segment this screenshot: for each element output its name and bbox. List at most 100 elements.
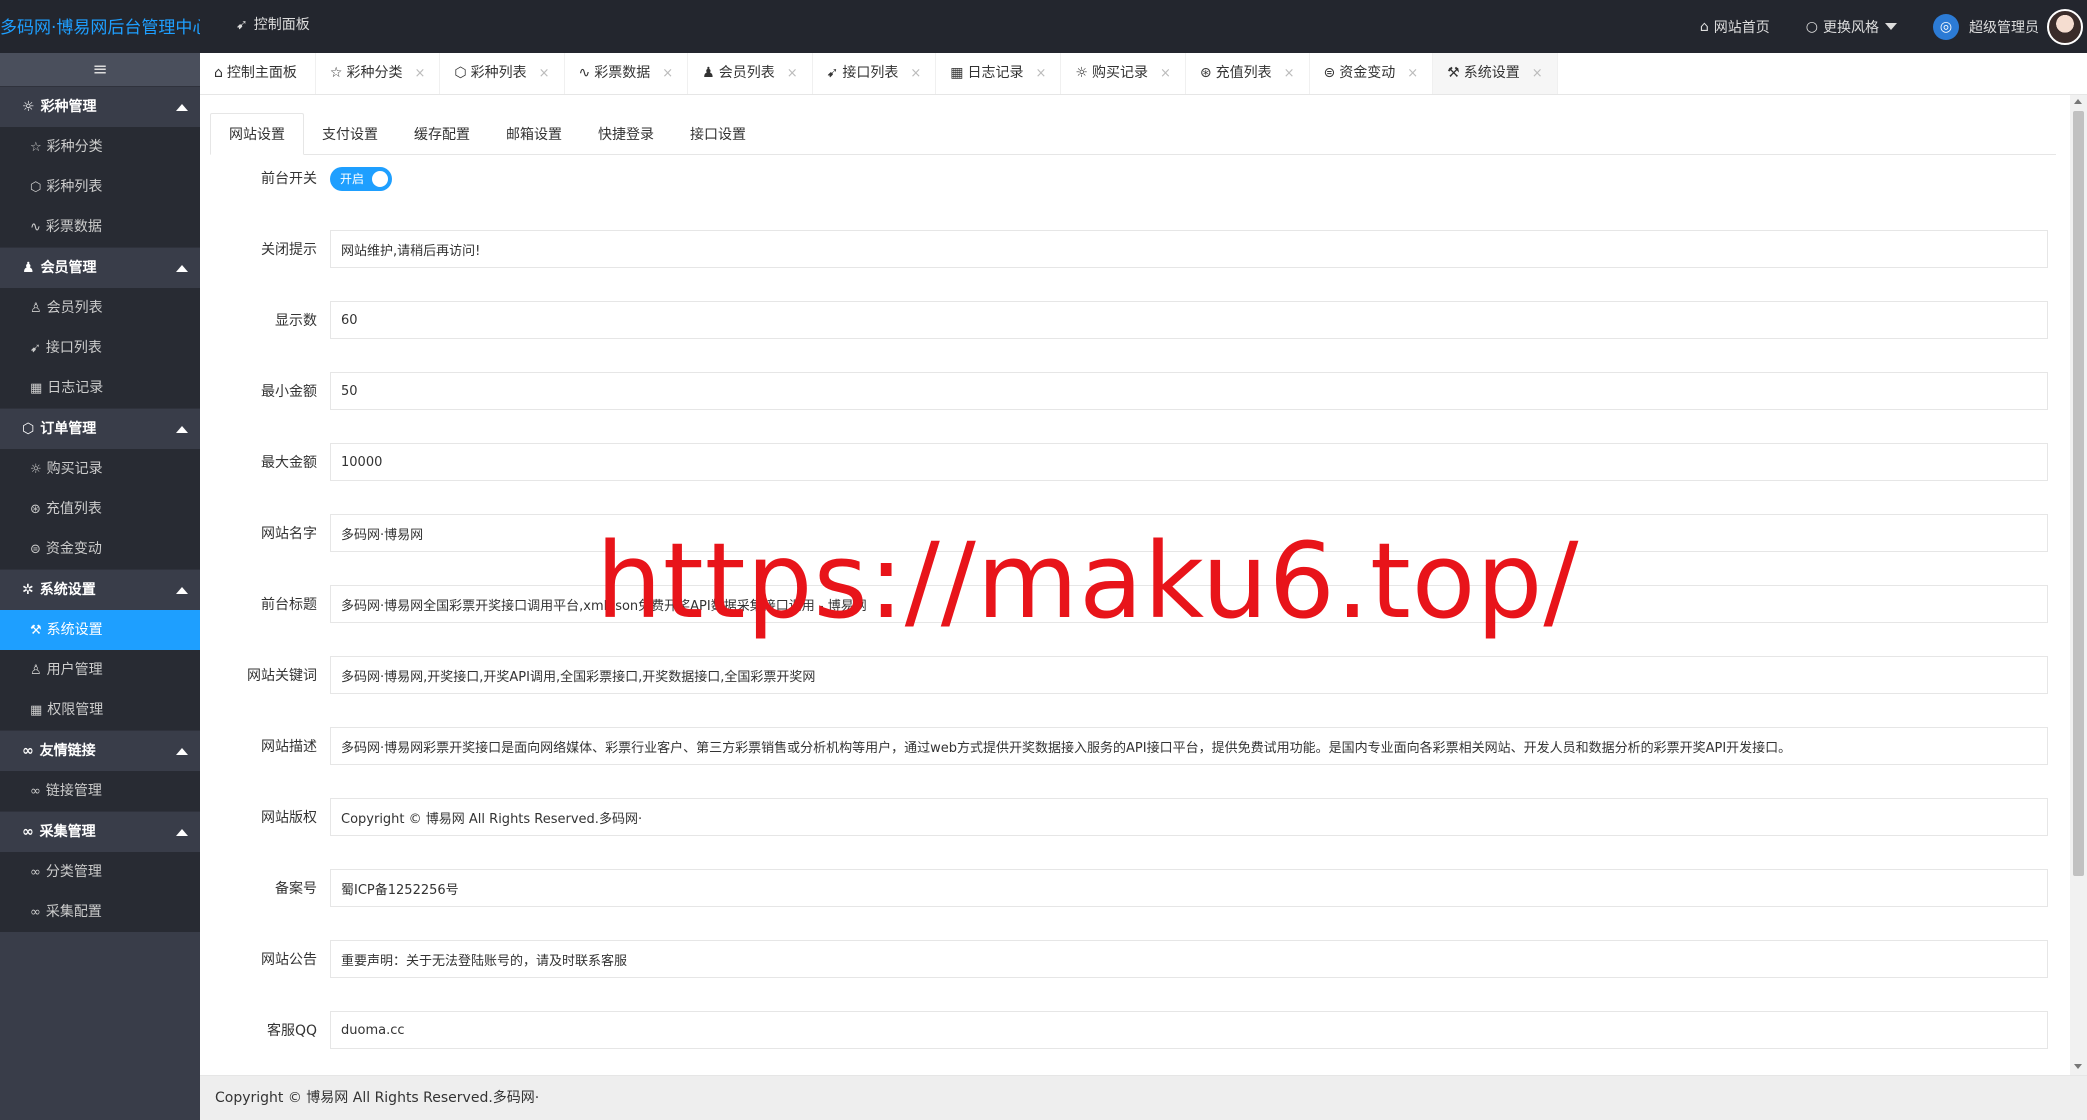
scroll-down-icon[interactable] bbox=[2074, 1064, 2082, 1069]
tab-label: 彩票数据 bbox=[594, 65, 651, 81]
close-icon[interactable]: × bbox=[414, 66, 425, 81]
tab-lottery-category[interactable]: ☆ 彩种分类 × bbox=[316, 53, 441, 94]
tab-purchase-records[interactable]: ☼ 购买记录 × bbox=[1061, 53, 1186, 94]
sidebar-item-member-list[interactable]: ♙ 会员列表 bbox=[0, 288, 200, 328]
close-icon[interactable]: × bbox=[1035, 66, 1046, 81]
sidebar-group-collection[interactable]: ∞ 采集管理 bbox=[0, 811, 200, 852]
site-description-input[interactable] bbox=[330, 727, 2048, 765]
yen-icon: ⊛ bbox=[30, 502, 41, 517]
close-icon[interactable]: × bbox=[910, 66, 921, 81]
close-icon[interactable]: × bbox=[662, 66, 673, 81]
sidebar-group-lottery[interactable]: ☼ 彩种管理 bbox=[0, 86, 200, 127]
calendar-icon: ▦ bbox=[950, 65, 964, 81]
sidebar-group-orders[interactable]: ⬡ 订单管理 bbox=[0, 408, 200, 449]
circle-icon: ○ bbox=[1805, 18, 1818, 35]
form-row-support-qq: 客服QQ bbox=[200, 1011, 2070, 1051]
sidebar-group-links[interactable]: ∞ 友情链接 bbox=[0, 730, 200, 771]
form-row-site-announcement: 网站公告 bbox=[200, 940, 2070, 980]
icp-number-input[interactable] bbox=[330, 869, 2048, 907]
sidebar-item-category-management[interactable]: ∞ 分类管理 bbox=[0, 852, 200, 892]
subtab-payment-settings[interactable]: 支付设置 bbox=[304, 114, 396, 156]
tab-recharge-list[interactable]: ⊛ 充值列表 × bbox=[1186, 53, 1310, 94]
sidebar-item-label: 会员列表 bbox=[46, 300, 103, 316]
subtab-quick-login[interactable]: 快捷登录 bbox=[580, 114, 672, 156]
send-icon: ➹ bbox=[30, 341, 41, 356]
sidebar-item-label: 采集配置 bbox=[45, 904, 102, 920]
collapse-icon bbox=[176, 587, 188, 594]
sidebar-item-lottery-category[interactable]: ☆ 彩种分类 bbox=[0, 127, 200, 167]
site-keywords-input[interactable] bbox=[330, 656, 2048, 694]
control-panel-link[interactable]: ➹ 控制面板 bbox=[236, 0, 310, 53]
subtab-email-settings[interactable]: 邮箱设置 bbox=[488, 114, 580, 156]
field-label: 最小金额 bbox=[261, 384, 317, 400]
tab-member-list[interactable]: ♟ 会员列表 × bbox=[688, 53, 813, 94]
field-label: 网站版权 bbox=[261, 810, 317, 826]
subtab-site-settings[interactable]: 网站设置 bbox=[210, 113, 304, 155]
menu-toggle-icon[interactable]: ≡ bbox=[0, 53, 200, 86]
sidebar-item-api-list[interactable]: ➹ 接口列表 bbox=[0, 328, 200, 368]
caret-down-icon bbox=[1885, 23, 1897, 30]
site-copyright-input[interactable] bbox=[330, 798, 2048, 836]
sidebar-item-label: 链接管理 bbox=[45, 783, 102, 799]
subtab-cache-config[interactable]: 缓存配置 bbox=[396, 114, 488, 156]
tab-lottery-list[interactable]: ⬡ 彩种列表 × bbox=[440, 53, 565, 94]
sidebar-item-recharge-list[interactable]: ⊛ 充值列表 bbox=[0, 489, 200, 529]
sidebar-item-permission-management[interactable]: ▦ 权限管理 bbox=[0, 690, 200, 730]
frontend-switch-toggle[interactable]: 开启 bbox=[330, 167, 392, 191]
sidebar-item-label: 分类管理 bbox=[45, 864, 102, 880]
globe-icon[interactable]: ◎ bbox=[1933, 13, 1959, 40]
sidebar-item-user-management[interactable]: ♙ 用户管理 bbox=[0, 650, 200, 690]
site-home-link[interactable]: ⌂ 网站首页 bbox=[1700, 17, 1770, 37]
avatar[interactable] bbox=[2047, 8, 2083, 45]
sidebar-item-fund-changes[interactable]: ⊜ 资金变动 bbox=[0, 529, 200, 569]
sidebar-group-system[interactable]: ✲ 系统设置 bbox=[0, 569, 200, 610]
sidebar-item-purchase-records[interactable]: ☼ 购买记录 bbox=[0, 449, 200, 489]
min-amount-input[interactable] bbox=[330, 372, 2048, 410]
tab-label: 控制主面板 bbox=[226, 65, 297, 81]
close-icon[interactable]: × bbox=[787, 66, 798, 81]
collapse-icon bbox=[176, 265, 188, 272]
vertical-scrollbar[interactable] bbox=[2070, 95, 2087, 1075]
tab-fund-changes[interactable]: ⊜ 资金变动 × bbox=[1310, 53, 1434, 94]
tab-api-list[interactable]: ➹ 接口列表 × bbox=[813, 53, 937, 94]
logo[interactable]: 多码网·博易网后台管理中心 bbox=[0, 0, 200, 53]
link-icon: ∞ bbox=[22, 743, 34, 759]
sidebar-item-link-management[interactable]: ∞ 链接管理 bbox=[0, 771, 200, 811]
field-label: 最大金额 bbox=[261, 455, 317, 471]
close-icon[interactable]: × bbox=[1532, 66, 1543, 81]
max-amount-input[interactable] bbox=[330, 443, 2048, 481]
site-announcement-input[interactable] bbox=[330, 940, 2048, 978]
close-icon[interactable]: × bbox=[539, 66, 550, 81]
sidebar-item-lottery-data[interactable]: ∿ 彩票数据 bbox=[0, 207, 200, 247]
sidebar: ≡ ☼ 彩种管理 ☆ 彩种分类 ⬡ 彩种列表 ∿ 彩票数据 ♟ 会员管理 ♙ 会员列表 ➹ 接… bbox=[0, 53, 200, 1120]
collapse-icon bbox=[176, 426, 188, 433]
sidebar-group-members[interactable]: ♟ 会员管理 bbox=[0, 247, 200, 288]
tab-dashboard[interactable]: ⌂ 控制主面板 bbox=[200, 53, 316, 94]
close-notice-input[interactable] bbox=[330, 230, 2048, 268]
field-label: 关闭提示 bbox=[261, 242, 317, 258]
sidebar-item-system-settings[interactable]: ⚒ 系统设置 bbox=[0, 610, 200, 650]
theme-switch-dropdown[interactable]: ○ 更换风格 bbox=[1806, 17, 1897, 37]
settings-subtabs: 网站设置 支付设置 缓存配置 邮箱设置 快捷登录 接口设置 bbox=[210, 113, 2056, 155]
tab-system-settings[interactable]: ⚒ 系统设置 × bbox=[1433, 53, 1558, 94]
user-name[interactable]: 超级管理员 bbox=[1969, 17, 2039, 37]
tab-lottery-data[interactable]: ∿ 彩票数据 × bbox=[565, 53, 689, 94]
tab-label: 彩种列表 bbox=[470, 65, 527, 81]
sidebar-group-label: 会员管理 bbox=[40, 260, 97, 276]
sidebar-group-label: 彩种管理 bbox=[40, 99, 97, 115]
scrollbar-thumb[interactable] bbox=[2073, 111, 2084, 876]
support-qq-input[interactable] bbox=[330, 1011, 2048, 1049]
scroll-up-icon[interactable] bbox=[2074, 99, 2082, 104]
subtab-api-settings[interactable]: 接口设置 bbox=[672, 114, 764, 156]
sidebar-item-collection-config[interactable]: ∞ 采集配置 bbox=[0, 892, 200, 932]
user-icon: ♙ bbox=[30, 663, 42, 678]
control-panel-label: 控制面板 bbox=[253, 17, 310, 33]
close-icon[interactable]: × bbox=[1407, 66, 1418, 81]
close-icon[interactable]: × bbox=[1284, 66, 1295, 81]
tab-label: 日志记录 bbox=[967, 65, 1024, 81]
sidebar-item-log[interactable]: ▦ 日志记录 bbox=[0, 368, 200, 408]
sidebar-item-lottery-list[interactable]: ⬡ 彩种列表 bbox=[0, 167, 200, 207]
close-icon[interactable]: × bbox=[1160, 66, 1171, 81]
display-count-input[interactable] bbox=[330, 301, 2048, 339]
tab-log[interactable]: ▦ 日志记录 × bbox=[936, 53, 1062, 94]
